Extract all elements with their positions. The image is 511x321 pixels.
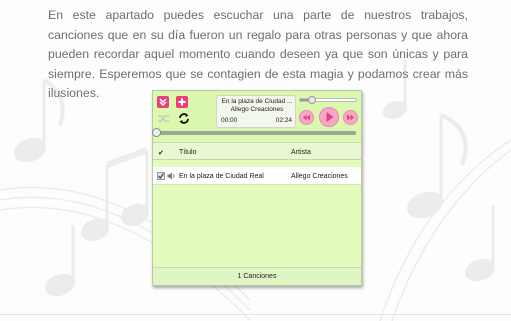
track-count: 1 Canciones <box>153 267 361 285</box>
volume-slider[interactable] <box>299 96 357 104</box>
intro-paragraph: En este apartado puedes escuchar una par… <box>48 8 468 100</box>
repeat-button[interactable] <box>177 112 191 125</box>
now-playing-display: En la plaza de Ciudad ... Allego Creacio… <box>216 95 296 128</box>
play-icon <box>326 112 334 122</box>
track-artist: Allego Creaciones <box>291 173 348 180</box>
music-player: En la plaza de Ciudad ... Allego Creacio… <box>152 90 362 286</box>
collapse-icon <box>159 98 167 106</box>
progress-knob[interactable] <box>152 128 161 137</box>
now-playing-title: En la plaza de Ciudad ... <box>221 98 293 105</box>
player-controls-area: En la plaza de Ciudad ... Allego Creacio… <box>152 91 361 141</box>
check-column-header[interactable]: ✔ <box>158 149 164 157</box>
playlist-header: ✔ Título Artista <box>153 142 361 160</box>
total-time: 02:24 <box>275 117 292 124</box>
playlist-row[interactable]: En la plaza de Ciudad Real Allego Creaci… <box>153 167 361 185</box>
bottom-divider <box>0 314 511 315</box>
add-button[interactable] <box>176 96 188 108</box>
current-time: 00:00 <box>221 117 238 124</box>
track-title: En la plaza de Ciudad Real <box>179 173 264 180</box>
add-icon <box>178 98 186 106</box>
next-icon <box>347 114 354 121</box>
shuffle-button[interactable] <box>157 113 170 124</box>
volume-knob[interactable] <box>307 96 316 104</box>
checkbox-icon[interactable] <box>157 172 165 182</box>
collapse-button[interactable] <box>157 96 169 108</box>
play-button[interactable] <box>319 107 339 127</box>
next-button[interactable] <box>343 110 358 125</box>
title-column-header[interactable]: Título <box>179 149 197 156</box>
previous-button[interactable] <box>299 110 314 125</box>
progress-bar[interactable] <box>152 128 356 137</box>
repeat-icon <box>179 113 189 124</box>
previous-icon <box>303 114 310 121</box>
shuffle-icon <box>158 115 169 122</box>
speaker-icon <box>167 172 176 182</box>
artist-column-header[interactable]: Artista <box>291 149 311 156</box>
now-playing-artist: Allego Creaciones <box>230 106 284 113</box>
